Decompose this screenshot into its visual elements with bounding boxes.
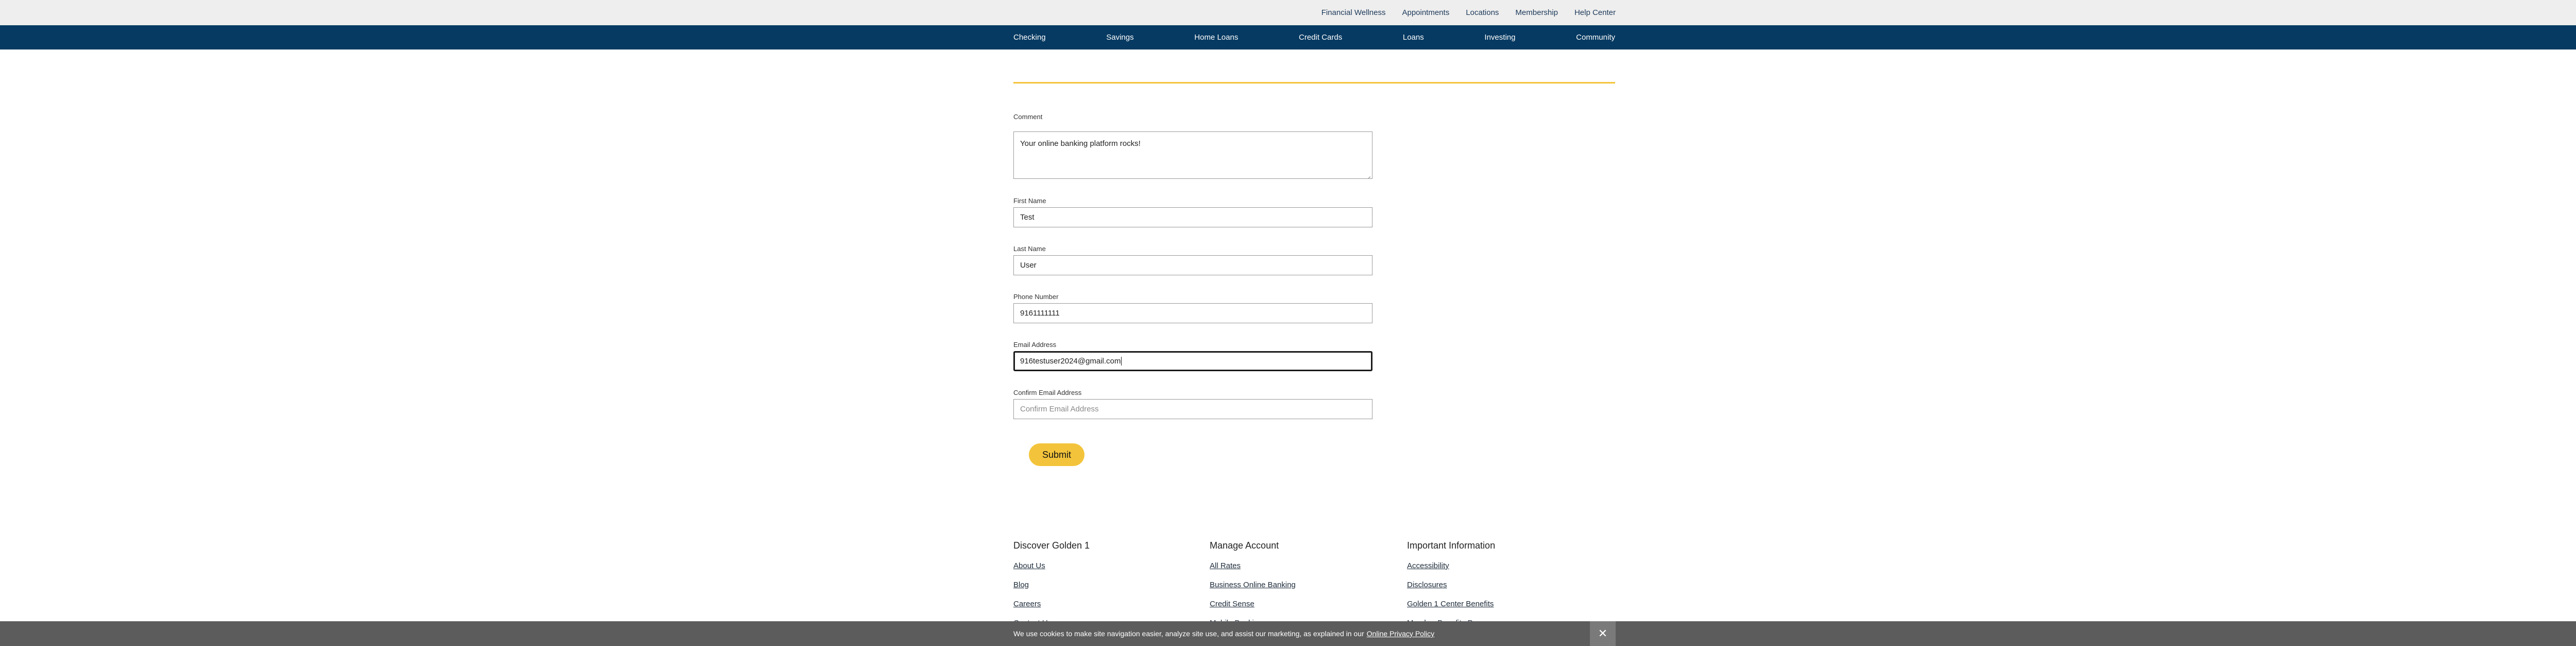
- cookie-text: We use cookies to make site navigation e…: [1013, 630, 1364, 638]
- phone-label: Phone Number: [1013, 293, 1059, 301]
- confirm-email-field[interactable]: Confirm Email Address: [1013, 399, 1372, 419]
- footer-link-business-online-banking[interactable]: Business Online Banking: [1210, 581, 1395, 589]
- utility-link-appointments[interactable]: Appointments: [1402, 8, 1449, 17]
- email-label: Email Address: [1013, 341, 1057, 349]
- cookie-banner: We use cookies to make site navigation e…: [0, 621, 2576, 646]
- last-name-value: User: [1020, 261, 1037, 270]
- utility-link-help-center[interactable]: Help Center: [1574, 8, 1616, 17]
- main-nav: Checking Savings Home Loans Credit Cards…: [0, 25, 2576, 49]
- footer-link-all-rates[interactable]: All Rates: [1210, 561, 1395, 570]
- footer-link-about-us[interactable]: About Us: [1013, 561, 1199, 570]
- resize-grip-icon[interactable]: [1366, 172, 1371, 177]
- email-field[interactable]: 916testuser2024@gmail.com: [1013, 351, 1372, 371]
- nav-item-checking[interactable]: Checking: [1013, 33, 1046, 42]
- footer-heading-discover: Discover Golden 1: [1013, 540, 1090, 551]
- privacy-policy-link[interactable]: Online Privacy Policy: [1367, 630, 1435, 638]
- close-icon[interactable]: ✕: [1590, 621, 1616, 646]
- footer-link-credit-sense[interactable]: Credit Sense: [1210, 600, 1395, 608]
- footer-heading-important: Important Information: [1407, 540, 1496, 551]
- comment-value: Your online banking platform rocks!: [1020, 139, 1141, 148]
- phone-value: 9161111111: [1020, 309, 1060, 318]
- cookie-message: We use cookies to make site navigation e…: [1013, 621, 1434, 646]
- utility-bar: Financial Wellness Appointments Location…: [0, 0, 2576, 25]
- confirm-email-label: Confirm Email Address: [1013, 389, 1082, 396]
- comment-textarea[interactable]: Your online banking platform rocks!: [1013, 131, 1372, 179]
- comment-label: Comment: [1013, 113, 1043, 121]
- footer-link-careers[interactable]: Careers: [1013, 600, 1199, 608]
- first-name-value: Test: [1020, 213, 1035, 222]
- nav-item-home-loans[interactable]: Home Loans: [1194, 33, 1238, 42]
- utility-link-membership[interactable]: Membership: [1515, 8, 1558, 17]
- page: Financial Wellness Appointments Location…: [0, 0, 2576, 646]
- nav-item-credit-cards[interactable]: Credit Cards: [1299, 33, 1342, 42]
- nav-item-savings[interactable]: Savings: [1106, 33, 1133, 42]
- utility-link-locations[interactable]: Locations: [1466, 8, 1499, 17]
- footer-link-accessibility[interactable]: Accessibility: [1407, 561, 1592, 570]
- first-name-label: First Name: [1013, 197, 1046, 205]
- footer-heading-manage: Manage Account: [1210, 540, 1279, 551]
- footer-link-golden1-center[interactable]: Golden 1 Center Benefits: [1407, 600, 1592, 608]
- footer-link-blog[interactable]: Blog: [1013, 581, 1199, 589]
- footer-link-disclosures[interactable]: Disclosures: [1407, 581, 1592, 589]
- first-name-field[interactable]: Test: [1013, 207, 1372, 227]
- confirm-email-placeholder: Confirm Email Address: [1020, 405, 1099, 413]
- main-nav-items: Checking Savings Home Loans Credit Cards…: [1013, 25, 1615, 49]
- nav-item-community[interactable]: Community: [1576, 33, 1615, 42]
- nav-item-loans[interactable]: Loans: [1403, 33, 1424, 42]
- nav-item-investing[interactable]: Investing: [1484, 33, 1515, 42]
- submit-button[interactable]: Submit: [1029, 443, 1084, 466]
- last-name-label: Last Name: [1013, 245, 1046, 253]
- phone-field[interactable]: 9161111111: [1013, 303, 1372, 323]
- email-value: 916testuser2024@gmail.com: [1020, 357, 1121, 366]
- last-name-field[interactable]: User: [1013, 255, 1372, 275]
- accent-divider: [1013, 82, 1615, 84]
- utility-link-financial-wellness[interactable]: Financial Wellness: [1321, 8, 1386, 17]
- text-caret: [1121, 357, 1122, 366]
- utility-nav: Financial Wellness Appointments Location…: [1305, 0, 1616, 25]
